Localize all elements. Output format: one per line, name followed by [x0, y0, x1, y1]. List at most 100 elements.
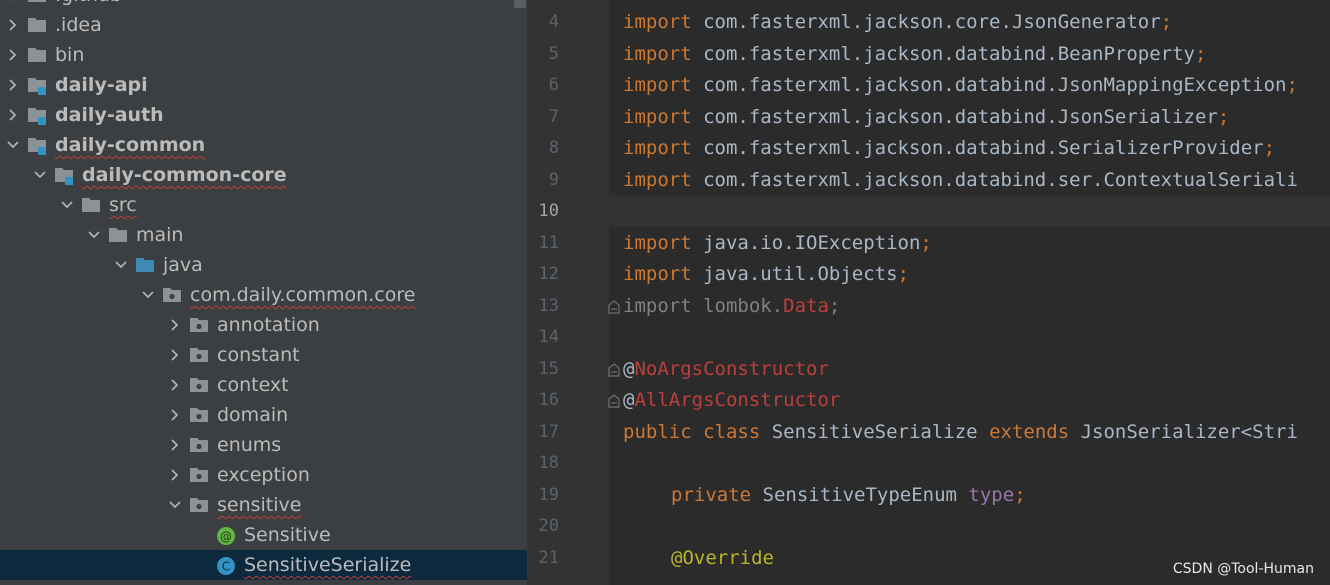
- module-icon: [27, 106, 47, 125]
- line-number: 4: [548, 12, 559, 32]
- tree-item[interactable]: exception: [0, 460, 527, 490]
- chevron-right-icon[interactable]: [168, 468, 182, 482]
- chevron-right-icon[interactable]: [6, 48, 20, 62]
- code-text: import lombok.Data;: [623, 294, 841, 317]
- chevron-right-icon[interactable]: [6, 78, 20, 92]
- chevron-right-icon[interactable]: [168, 318, 182, 332]
- line-number: 13: [538, 295, 559, 316]
- tree-item[interactable]: com.daily.common.core: [0, 280, 527, 310]
- svg-text:@: @: [220, 530, 232, 544]
- tree-item-label: bin: [55, 44, 85, 66]
- code-text: import com.fasterxml.jackson.databind.Be…: [623, 42, 1207, 65]
- chevron-down-icon[interactable]: [114, 258, 128, 272]
- annotation-icon: @: [216, 526, 236, 545]
- code-text: import com.fasterxml.jackson.databind.Se…: [623, 137, 1276, 159]
- tree-item-label: java: [163, 254, 203, 276]
- line-number: 15: [538, 358, 559, 379]
- chevron-right-icon[interactable]: [168, 378, 182, 392]
- chevron-right-icon[interactable]: [168, 408, 182, 422]
- tree-item-label: daily-auth: [55, 104, 164, 126]
- line-number: 12: [538, 264, 559, 284]
- code-line[interactable]: 7 import com.fasterxml.jackson.databind.J…: [527, 102, 1330, 133]
- chevron-right-icon[interactable]: [168, 348, 182, 362]
- tree-item[interactable]: java: [0, 250, 527, 280]
- code-line[interactable]: 5 import com.fasterxml.jackson.databind.B…: [527, 39, 1330, 70]
- tree-item[interactable]: daily-auth: [0, 100, 527, 130]
- code-line[interactable]: 9 import com.fasterxml.jackson.databind.s…: [527, 165, 1330, 196]
- class-icon: C: [216, 556, 236, 575]
- code-line[interactable]: 12 import java.util.Objects;: [527, 259, 1330, 290]
- chevron-down-icon[interactable]: [141, 288, 155, 302]
- code-line[interactable]: 15 @NoArgsConstructor: [527, 354, 1330, 385]
- code-line[interactable]: 20: [527, 511, 1330, 542]
- chevron-down-icon[interactable]: [168, 498, 182, 512]
- tree-item-label: daily-common: [55, 134, 206, 156]
- code-line[interactable]: 4 import com.fasterxml.jackson.core.JsonG…: [527, 7, 1330, 38]
- folder-icon: [27, 0, 47, 4]
- chevron-down-icon[interactable]: [87, 228, 101, 242]
- tree-item[interactable]: bin: [0, 40, 527, 70]
- chevron-right-icon[interactable]: [6, 0, 20, 2]
- tree-item[interactable]: sensitive: [0, 490, 527, 520]
- chevron-down-icon[interactable]: [33, 168, 47, 182]
- code-text: import com.fasterxml.jackson.core.JsonGe…: [623, 11, 1173, 33]
- folder-icon: [27, 16, 47, 34]
- tree-item[interactable]: main: [0, 220, 527, 250]
- line-number: 7: [548, 106, 559, 127]
- code-text: import java.util.Objects;: [623, 263, 909, 285]
- line-number: 14: [538, 327, 559, 347]
- package-icon: [189, 436, 209, 454]
- tree-item[interactable]: daily-common-core: [0, 160, 527, 190]
- tree-item-label: exception: [217, 464, 310, 486]
- code-text: import com.fasterxml.jackson.databind.Js…: [623, 74, 1298, 96]
- chevron-right-icon[interactable]: [6, 108, 20, 122]
- tree-item-label: constant: [217, 344, 300, 366]
- code-line[interactable]: 14: [527, 322, 1330, 353]
- code-text: private SensitiveTypeEnum type;: [671, 483, 1026, 506]
- tree-item[interactable]: C SensitiveSerialize: [0, 550, 527, 580]
- tree-item-label: enums: [217, 434, 282, 456]
- tree-item[interactable]: domain: [0, 400, 527, 430]
- chevron-down-icon[interactable]: [6, 138, 20, 152]
- chevron-right-icon[interactable]: [6, 18, 20, 32]
- fold-marker-icon[interactable]: [607, 393, 621, 409]
- line-number: 19: [538, 484, 559, 505]
- line-number: 11: [538, 232, 559, 253]
- tree-item[interactable]: enums: [0, 430, 527, 460]
- tree-item[interactable]: @ Sensitive: [0, 520, 527, 550]
- tree-item-label: .idea: [55, 14, 102, 36]
- package-icon: [189, 346, 209, 364]
- tree-item-label: SensitiveSerialize: [244, 554, 412, 576]
- tree-item-label: .github: [55, 0, 122, 6]
- code-line[interactable]: 8 import com.fasterxml.jackson.databind.S…: [527, 133, 1330, 164]
- code-line[interactable]: 19 private SensitiveTypeEnum type;: [527, 480, 1330, 511]
- package-icon: [189, 466, 209, 484]
- tree-item[interactable]: .idea: [0, 10, 527, 40]
- code-editor[interactable]: 4 import com.fasterxml.jackson.core.JsonG…: [527, 0, 1330, 585]
- tree-item[interactable]: src: [0, 190, 527, 220]
- module-icon: [54, 166, 74, 185]
- code-line[interactable]: 13 import lombok.Data;: [527, 291, 1330, 322]
- code-line[interactable]: 16 @AllArgsConstructor: [527, 385, 1330, 416]
- tree-item[interactable]: constant: [0, 340, 527, 370]
- tree-item[interactable]: daily-api: [0, 70, 527, 100]
- folder-icon: [108, 226, 128, 244]
- tree-item[interactable]: daily-common: [0, 130, 527, 160]
- tree-item-label: annotation: [217, 314, 320, 336]
- tree-item[interactable]: context: [0, 370, 527, 400]
- chevron-right-icon[interactable]: [168, 438, 182, 452]
- code-line[interactable]: 6 import com.fasterxml.jackson.databind.J…: [527, 70, 1330, 101]
- code-line[interactable]: 18: [527, 448, 1330, 479]
- fold-marker-icon[interactable]: [607, 299, 621, 315]
- code-line[interactable]: 10: [527, 196, 1330, 227]
- fold-marker-icon[interactable]: [607, 362, 621, 378]
- code-text: @Override: [671, 546, 774, 569]
- code-line[interactable]: 11 import java.io.IOException;: [527, 228, 1330, 259]
- folder-icon: [27, 46, 47, 64]
- chevron-down-icon[interactable]: [60, 198, 74, 212]
- tree-item[interactable]: .github: [0, 0, 527, 10]
- code-line[interactable]: 17 public class SensitiveSerialize extend…: [527, 417, 1330, 448]
- tree-scrollbar[interactable]: [514, 0, 526, 8]
- tree-item[interactable]: annotation: [0, 310, 527, 340]
- line-number: 17: [538, 421, 559, 442]
